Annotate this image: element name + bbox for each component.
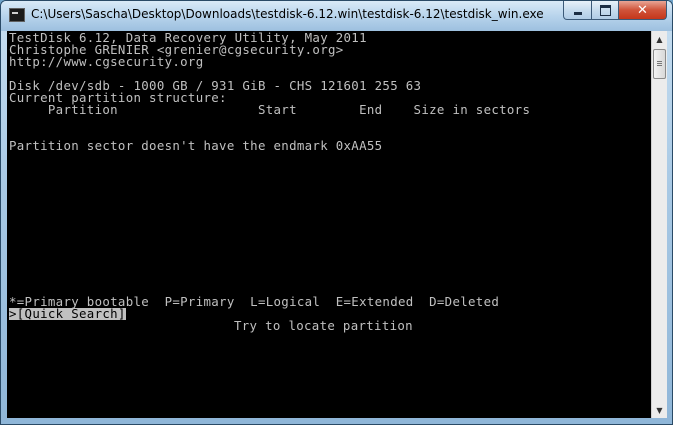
scroll-up-button[interactable]: ▲ bbox=[652, 31, 667, 47]
maximize-icon bbox=[599, 4, 611, 16]
console-output[interactable]: TestDisk 6.12, Data Recovery Utility, Ma… bbox=[7, 31, 651, 418]
minimize-button[interactable] bbox=[563, 1, 592, 20]
close-button[interactable]: ✕ bbox=[619, 1, 667, 20]
grip-line bbox=[657, 63, 662, 64]
vertical-scrollbar[interactable]: ▲ ▼ bbox=[651, 31, 667, 418]
scroll-thumb[interactable] bbox=[653, 49, 666, 79]
window-title: C:\Users\Sascha\Desktop\Downloads\testdi… bbox=[31, 7, 544, 21]
menu-hint: Try to locate partition bbox=[234, 318, 413, 333]
console-app-icon[interactable] bbox=[9, 8, 25, 22]
grip-line bbox=[657, 65, 662, 66]
error-message: Partition sector doesn't have the endmar… bbox=[9, 138, 383, 153]
arrow-up-icon: ▲ bbox=[656, 34, 663, 44]
arrow-down-icon: ▼ bbox=[656, 405, 663, 415]
console-window: C:\Users\Sascha\Desktop\Downloads\testdi… bbox=[0, 0, 673, 425]
maximize-button[interactable] bbox=[592, 1, 619, 20]
partition-column-headers: Partition Start End Size in sectors bbox=[9, 102, 531, 117]
scroll-down-button[interactable]: ▼ bbox=[652, 402, 667, 418]
grip-line bbox=[657, 61, 662, 62]
quick-search-menu-item[interactable]: >[Quick Search] bbox=[9, 307, 126, 320]
minimize-icon bbox=[573, 11, 582, 15]
header-line-3: http://www.cgsecurity.org bbox=[9, 54, 204, 69]
close-icon: ✕ bbox=[637, 2, 648, 18]
